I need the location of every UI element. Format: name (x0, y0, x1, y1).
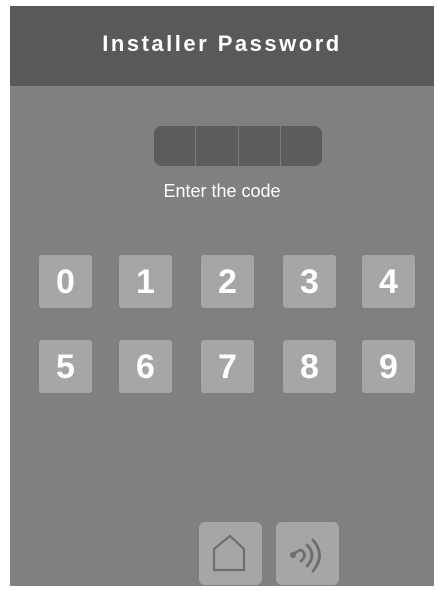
enter-code-prompt: Enter the code (163, 181, 281, 201)
key-7[interactable]: 7 (201, 340, 254, 393)
home-icon (212, 534, 246, 572)
contactless-icon (290, 538, 321, 573)
key-3[interactable]: 3 (283, 255, 336, 308)
key-8[interactable]: 8 (283, 340, 336, 393)
contactless-button[interactable] (276, 522, 339, 585)
code-display (154, 126, 322, 166)
page-title: Installer Password (102, 31, 342, 56)
key-1[interactable]: 1 (119, 255, 172, 308)
code-digit-slot-4 (280, 126, 322, 166)
code-digit-slot-3 (238, 126, 281, 166)
code-digit-slot-2 (196, 126, 239, 166)
key-2[interactable]: 2 (201, 255, 254, 308)
installer-password-screen: Installer Password Enter the code 0 1 2 … (10, 6, 434, 586)
code-digit-slot-1 (154, 126, 197, 166)
key-6[interactable]: 6 (119, 340, 172, 393)
home-button[interactable] (199, 522, 262, 585)
key-0[interactable]: 0 (39, 255, 92, 308)
title-bar: Installer Password (10, 6, 434, 86)
key-4[interactable]: 4 (362, 255, 415, 308)
key-9[interactable]: 9 (362, 340, 415, 393)
key-5[interactable]: 5 (39, 340, 92, 393)
